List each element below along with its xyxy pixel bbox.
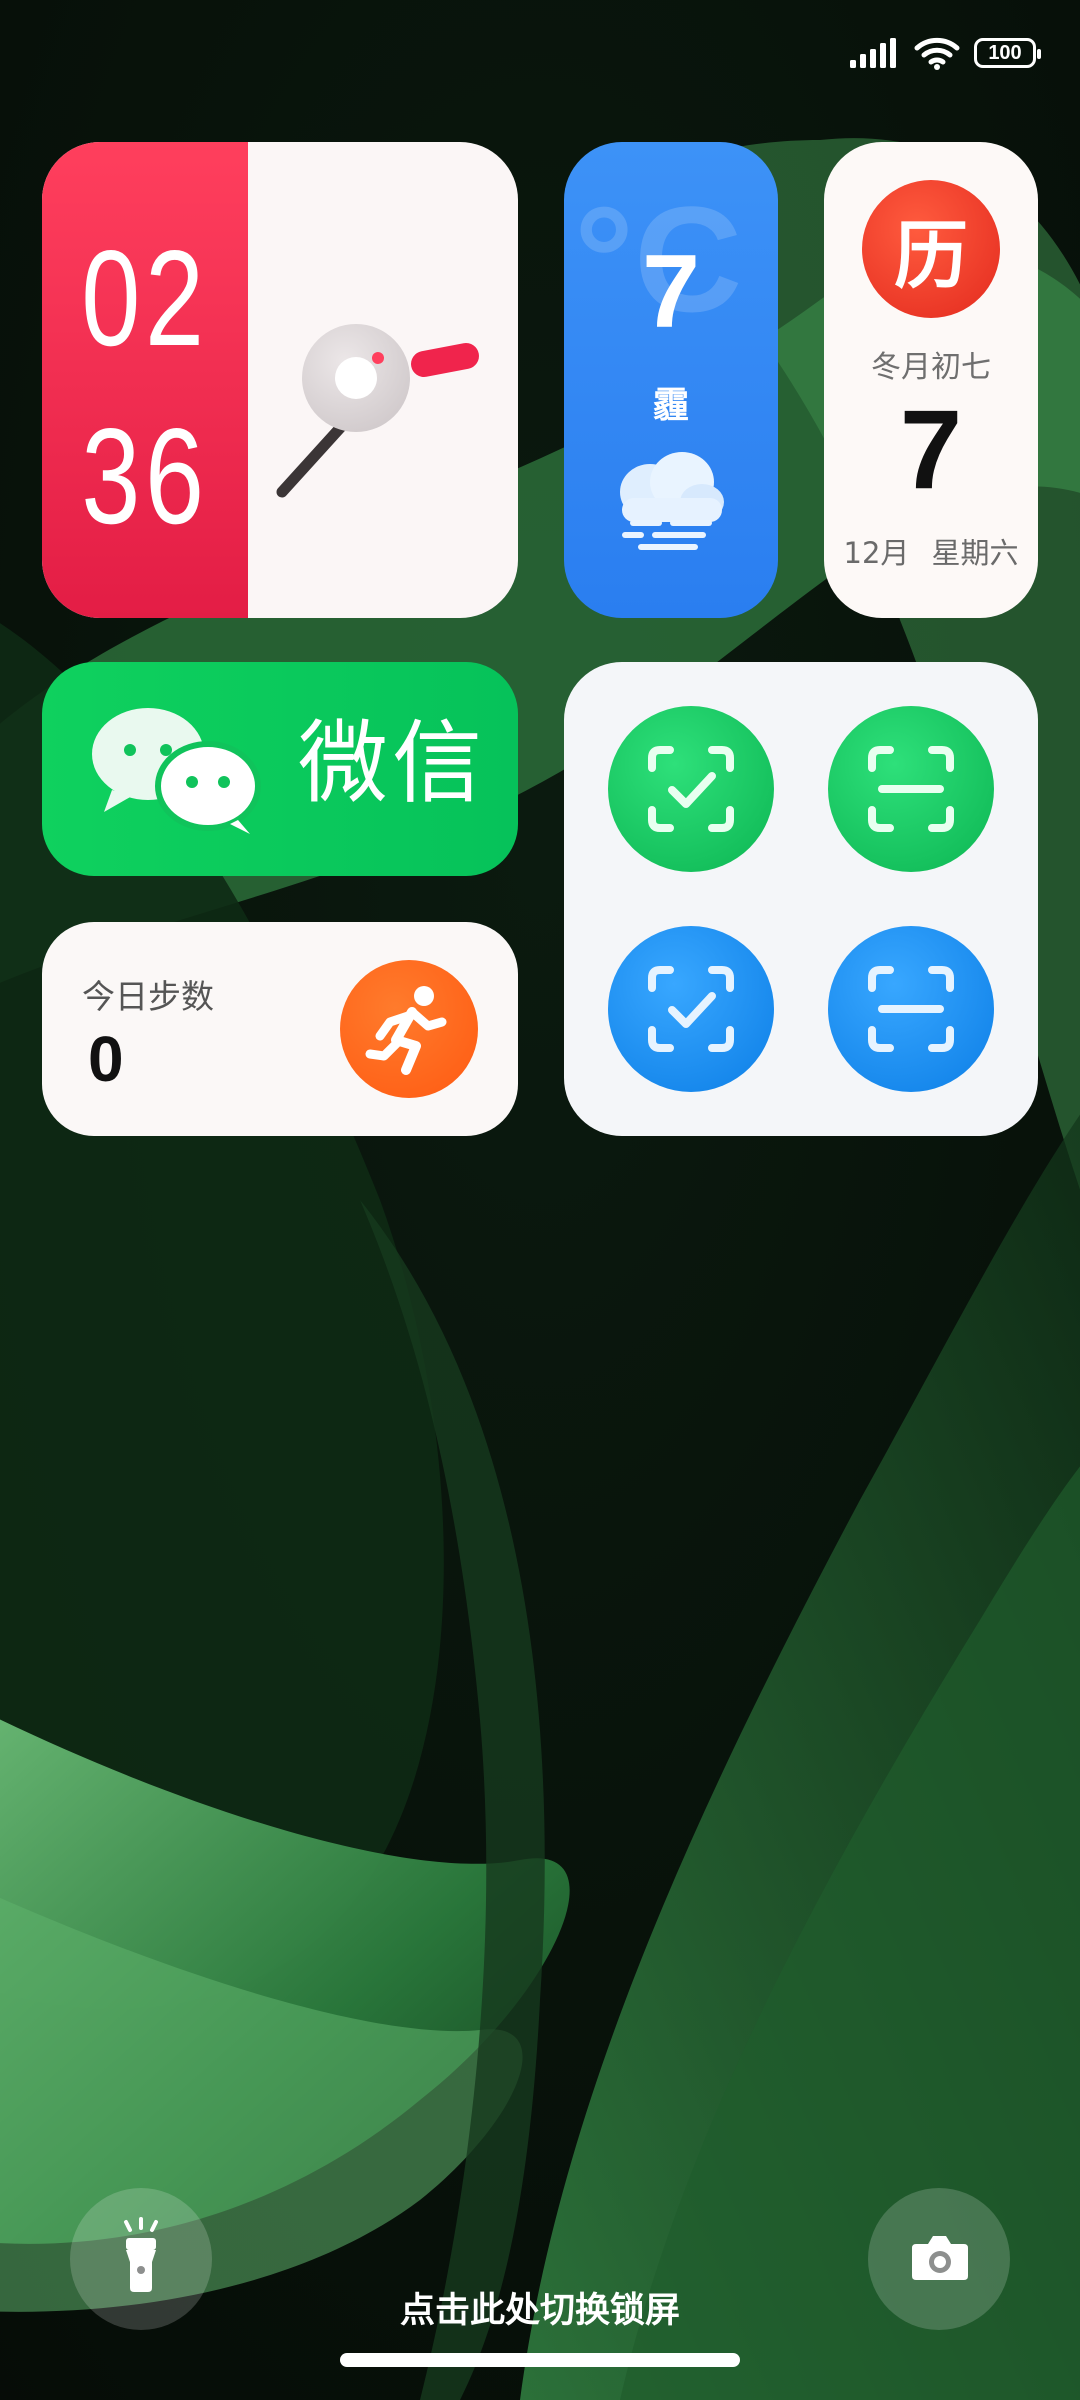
wechat-bubbles-icon bbox=[92, 708, 261, 834]
cellular-signal-icon bbox=[850, 38, 896, 68]
wechat-label: 微信 bbox=[298, 711, 486, 816]
weather-condition: 霾 bbox=[652, 385, 689, 426]
clock-widget[interactable]: 02 36 bbox=[42, 142, 518, 618]
home-indicator[interactable] bbox=[340, 2353, 740, 2367]
weather-temperature: 7 bbox=[642, 234, 700, 350]
clock-minute: 36 bbox=[81, 400, 209, 552]
battery-indicator: 100 bbox=[974, 38, 1041, 68]
scan-button-green[interactable] bbox=[828, 706, 994, 872]
calendar-day: 7 bbox=[899, 387, 963, 512]
scan-icon bbox=[868, 966, 954, 1052]
steps-widget[interactable]: 今日步数 0 bbox=[42, 922, 518, 1136]
calendar-month: 12月 bbox=[843, 536, 910, 570]
status-bar: 100 bbox=[850, 36, 1041, 70]
weather-widget[interactable]: °C 7 霾 bbox=[564, 142, 778, 618]
lunar-date: 冬月初七 bbox=[871, 350, 991, 385]
scan-widget bbox=[564, 662, 1038, 1136]
calendar-badge: 历 bbox=[862, 180, 1000, 318]
running-person-icon bbox=[365, 986, 447, 1075]
running-button[interactable] bbox=[340, 960, 478, 1098]
scan-button-blue[interactable] bbox=[828, 926, 994, 1092]
wechat-widget[interactable]: 微信 bbox=[42, 662, 518, 876]
steps-count: 0 bbox=[88, 1023, 124, 1095]
scan-check-icon bbox=[648, 966, 734, 1052]
clock-hour: 02 bbox=[81, 222, 209, 374]
scan-check-button-blue[interactable] bbox=[608, 926, 774, 1092]
scan-icon bbox=[868, 746, 954, 832]
steps-title: 今日步数 bbox=[82, 977, 214, 1016]
analog-clock-icon bbox=[276, 324, 479, 498]
wifi-icon bbox=[914, 37, 960, 70]
haze-cloud-icon bbox=[620, 452, 724, 550]
battery-level: 100 bbox=[988, 41, 1022, 64]
switch-lockscreen-hint[interactable]: 点击此处切换锁屏 bbox=[0, 2282, 1080, 2333]
scan-check-button-green[interactable] bbox=[608, 706, 774, 872]
scan-check-icon bbox=[648, 746, 734, 832]
calendar-weekday: 星期六 bbox=[931, 536, 1019, 570]
calendar-widget[interactable]: 历 冬月初七 7 12月 星期六 bbox=[824, 142, 1038, 618]
